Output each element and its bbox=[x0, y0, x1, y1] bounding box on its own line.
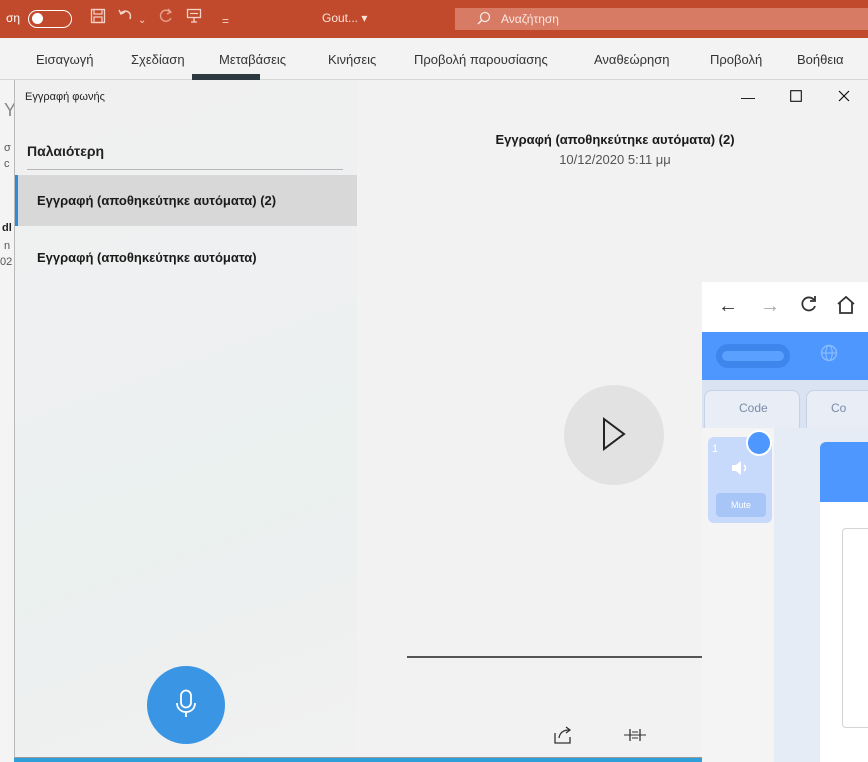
tab-code-label: Code bbox=[739, 401, 768, 415]
close-button[interactable] bbox=[821, 80, 867, 114]
tab-animations[interactable]: Κινήσεις bbox=[328, 52, 376, 67]
back-button[interactable]: ← bbox=[718, 294, 738, 318]
tab-slide-show[interactable]: Προβολή παρουσίασης bbox=[414, 52, 548, 67]
tab-costumes-label: Co bbox=[831, 401, 847, 415]
category-number: 1 bbox=[712, 443, 719, 455]
customize-toolbar-icon[interactable]: = bbox=[222, 11, 229, 31]
recording-label: Εγγραφή (αποθηκεύτηκε αυτόματα) bbox=[37, 250, 257, 265]
recording-label: Εγγραφή (αποθηκεύτηκε αυτόματα) (2) bbox=[37, 193, 277, 208]
autosave-toggle[interactable] bbox=[28, 10, 72, 28]
sliver-text: Y bbox=[4, 100, 14, 120]
sliver-text: c bbox=[4, 158, 10, 170]
powerpoint-titlebar: ση ⌄ = Gout... ▾ Αναζήτηση bbox=[0, 0, 868, 38]
tab-design[interactable]: Σχεδίαση bbox=[131, 52, 185, 67]
scratch-menu-bar bbox=[702, 332, 868, 380]
stage-header bbox=[820, 442, 868, 502]
tab-transitions[interactable]: Μεταβάσεις bbox=[219, 52, 286, 67]
tab-review[interactable]: Αναθεώρηση bbox=[594, 52, 670, 67]
trim-icon bbox=[623, 729, 647, 748]
search-box[interactable]: Αναζήτηση bbox=[455, 8, 868, 30]
trim-button[interactable] bbox=[623, 725, 647, 745]
sidebar-divider bbox=[27, 169, 343, 170]
forward-button[interactable]: → bbox=[760, 294, 780, 318]
record-button[interactable] bbox=[147, 666, 225, 744]
browser-toolbar: ← → bbox=[702, 282, 868, 332]
share-icon bbox=[553, 726, 573, 748]
minimize-icon: — bbox=[741, 89, 755, 105]
close-icon bbox=[838, 89, 850, 105]
slide-pane-sliver: Y σ c dl n 02 bbox=[0, 80, 14, 762]
scratch-editor-tabs: Code Co bbox=[702, 380, 868, 428]
recording-list-item[interactable]: Εγγραφή (αποθηκεύτηκε αυτόματα) (2) bbox=[15, 175, 357, 226]
home-button[interactable] bbox=[835, 294, 857, 322]
ribbon-tabs: Εισαγωγή Σχεδίαση Μεταβάσεις Κινήσεις Πρ… bbox=[0, 38, 868, 80]
recordings-sidebar: Παλαιότερη Εγγραφή (αποθηκεύτηκε αυτόματ… bbox=[15, 80, 357, 757]
browser-window: ← → Code Co 1 Mute bbox=[702, 282, 868, 762]
microphone-icon bbox=[175, 689, 197, 722]
save-icon[interactable] bbox=[90, 8, 106, 30]
redo-icon[interactable] bbox=[158, 8, 174, 30]
language-globe-icon[interactable] bbox=[820, 344, 838, 367]
present-icon[interactable] bbox=[186, 8, 202, 30]
tab-code[interactable]: Code bbox=[704, 390, 800, 428]
recording-title: Εγγραφή (αποθηκεύτηκε αυτόματα) (2) bbox=[495, 132, 735, 147]
sliver-text: dl bbox=[2, 222, 12, 234]
tab-costumes[interactable]: Co bbox=[806, 390, 868, 428]
toggle-knob bbox=[32, 13, 43, 24]
stage-canvas[interactable] bbox=[842, 528, 868, 728]
search-placeholder: Αναζήτηση bbox=[501, 12, 559, 26]
undo-icon[interactable] bbox=[117, 8, 135, 30]
play-icon bbox=[601, 416, 627, 454]
play-button[interactable] bbox=[564, 385, 664, 485]
undo-dropdown-icon[interactable]: ⌄ bbox=[138, 11, 146, 31]
sliver-text: σ bbox=[4, 142, 11, 154]
maximize-button[interactable] bbox=[773, 80, 819, 114]
extension-badge[interactable] bbox=[746, 430, 772, 456]
tab-view[interactable]: Προβολή bbox=[710, 52, 762, 67]
document-title[interactable]: Gout... ▾ bbox=[322, 11, 367, 25]
reload-button[interactable] bbox=[799, 294, 819, 320]
playback-timeline[interactable] bbox=[407, 656, 717, 658]
voice-recorder-titlebar: Εγγραφή φωνής — bbox=[15, 80, 868, 114]
home-icon bbox=[837, 295, 855, 314]
maximize-icon bbox=[790, 89, 802, 105]
recording-date: 10/12/2020 5:11 μμ bbox=[559, 152, 671, 167]
autosave-label: ση bbox=[6, 11, 21, 25]
tab-insert[interactable]: Εισαγωγή bbox=[36, 52, 93, 67]
scratch-logo[interactable] bbox=[716, 344, 790, 368]
reload-icon bbox=[801, 296, 816, 312]
app-title: Εγγραφή φωνής bbox=[25, 91, 105, 103]
sliver-text: n bbox=[4, 240, 11, 252]
mute-block[interactable]: Mute bbox=[716, 493, 766, 517]
share-button[interactable] bbox=[553, 725, 573, 745]
search-icon bbox=[477, 11, 491, 28]
tab-help[interactable]: Βοήθεια bbox=[797, 52, 844, 67]
speaker-icon bbox=[730, 459, 750, 482]
sliver-text: 02 bbox=[0, 256, 13, 268]
sidebar-header: Παλαιότερη bbox=[27, 143, 105, 159]
recording-list-item[interactable]: Εγγραφή (αποθηκεύτηκε αυτόματα) bbox=[15, 232, 357, 283]
minimize-button[interactable]: — bbox=[725, 80, 771, 114]
